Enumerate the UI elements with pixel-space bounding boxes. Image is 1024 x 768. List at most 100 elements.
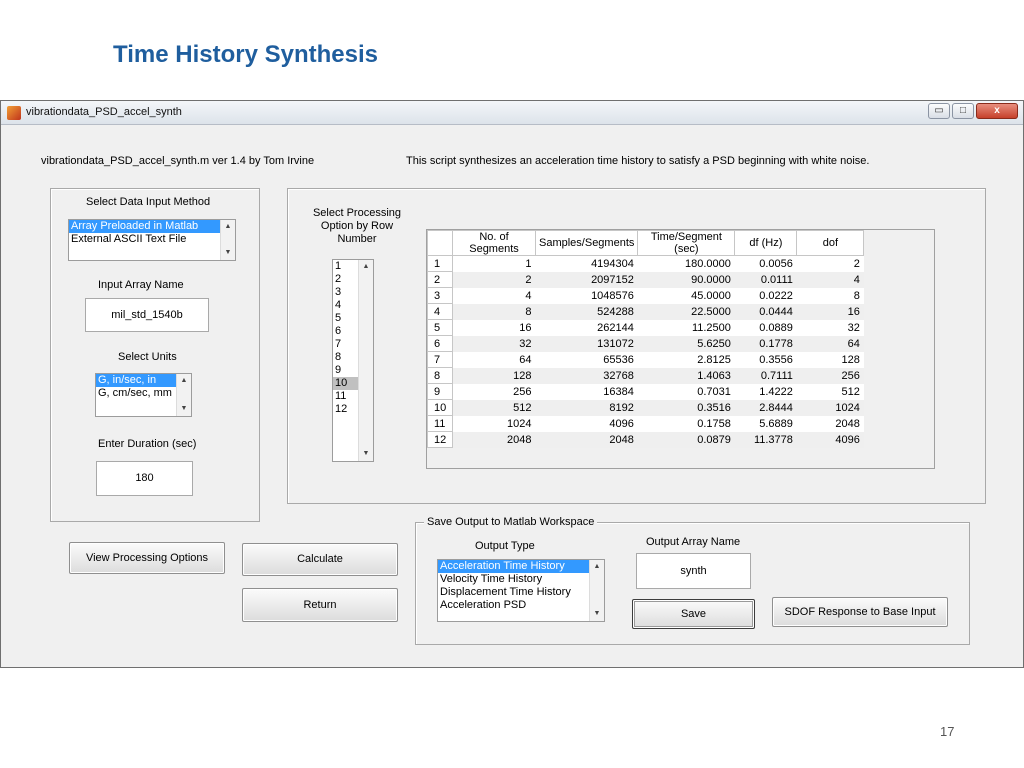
table-row[interactable]: 5 16 262144 11.2500 0.0889 32 — [427, 319, 864, 336]
scroll-down-icon[interactable]: ▼ — [221, 247, 235, 259]
output-type-option[interactable]: Velocity Time History — [438, 573, 604, 586]
table-cell[interactable]: 5.6889 — [734, 415, 797, 432]
table-row[interactable]: 3 4 1048576 45.0000 0.0222 8 — [427, 287, 864, 304]
table-cell[interactable]: 4096 — [796, 431, 864, 448]
input-method-scrollbar[interactable]: ▲ ▼ — [220, 220, 235, 260]
table-cell[interactable]: 0.0444 — [734, 303, 797, 320]
table-row[interactable]: 1 1 4194304 180.0000 0.0056 2 — [427, 255, 864, 272]
table-cell[interactable]: 2 — [452, 271, 536, 288]
table-cell[interactable]: 16 — [796, 303, 864, 320]
table-cell[interactable]: 0.0056 — [734, 255, 797, 272]
table-cell[interactable]: 180.0000 — [637, 255, 735, 272]
input-method-listbox[interactable]: Array Preloaded in Matlab External ASCII… — [68, 219, 236, 261]
scroll-down-icon[interactable]: ▼ — [359, 448, 373, 460]
table-cell[interactable]: 8192 — [535, 399, 638, 416]
output-type-listbox[interactable]: Acceleration Time History Velocity Time … — [437, 559, 605, 622]
table-cell[interactable]: 22.5000 — [637, 303, 735, 320]
row-number-scrollbar[interactable]: ▲ ▼ — [358, 260, 373, 461]
table-cell[interactable]: 4194304 — [535, 255, 638, 272]
table-cell[interactable]: 0.3516 — [637, 399, 735, 416]
output-type-option[interactable]: Displacement Time History — [438, 586, 604, 599]
column-header[interactable]: Time/Segment (sec) — [637, 230, 736, 256]
window-titlebar[interactable]: vibrationdata_PSD_accel_synth ▭ □ x — [1, 101, 1023, 125]
table-cell[interactable]: 1 — [452, 255, 536, 272]
column-header[interactable]: No. of Segments — [452, 230, 536, 256]
table-cell[interactable]: 4 — [796, 271, 864, 288]
close-button[interactable]: x — [976, 103, 1018, 119]
table-cell[interactable]: 90.0000 — [637, 271, 735, 288]
table-cell[interactable]: 65536 — [535, 351, 638, 368]
table-cell[interactable]: 524288 — [535, 303, 638, 320]
table-cell[interactable]: 262144 — [535, 319, 638, 336]
table-cell[interactable]: 512 — [796, 383, 864, 400]
input-method-option[interactable]: External ASCII Text File — [69, 233, 235, 246]
table-cell[interactable]: 131072 — [535, 335, 638, 352]
table-cell[interactable]: 0.0879 — [637, 431, 735, 448]
view-processing-options-button[interactable]: View Processing Options — [69, 542, 225, 574]
scroll-up-icon[interactable]: ▲ — [359, 261, 373, 273]
table-cell[interactable]: 2048 — [452, 431, 536, 448]
table-cell[interactable]: 2.8444 — [734, 399, 797, 416]
table-cell[interactable]: 16384 — [535, 383, 638, 400]
output-array-field[interactable]: synth — [636, 553, 751, 589]
scroll-up-icon[interactable]: ▲ — [221, 221, 235, 233]
table-cell[interactable]: 11.2500 — [637, 319, 735, 336]
scroll-down-icon[interactable]: ▼ — [177, 403, 191, 415]
table-cell[interactable]: 4096 — [535, 415, 638, 432]
units-listbox[interactable]: G, in/sec, in G, cm/sec, mm ▲ ▼ — [95, 373, 192, 417]
output-type-option[interactable]: Acceleration PSD — [438, 599, 604, 612]
input-array-field[interactable]: mil_std_1540b — [85, 298, 209, 332]
column-header[interactable]: df (Hz) — [734, 230, 798, 256]
table-cell[interactable]: 0.0111 — [734, 271, 797, 288]
table-cell[interactable]: 1.4222 — [734, 383, 797, 400]
table-cell[interactable]: 2097152 — [535, 271, 638, 288]
table-row[interactable]: 9 256 16384 0.7031 1.4222 512 — [427, 383, 864, 400]
scroll-down-icon[interactable]: ▼ — [590, 608, 604, 620]
calculate-button[interactable]: Calculate — [242, 543, 398, 576]
table-cell[interactable]: 512 — [452, 399, 536, 416]
table-cell[interactable]: 256 — [796, 367, 864, 384]
segments-table[interactable]: No. of Segments Samples/Segments Time/Se… — [426, 229, 935, 469]
output-type-option[interactable]: Acceleration Time History — [438, 560, 604, 573]
output-type-scrollbar[interactable]: ▲ ▼ — [589, 560, 604, 621]
scroll-up-icon[interactable]: ▲ — [590, 561, 604, 573]
save-button[interactable]: Save — [632, 599, 755, 629]
table-cell[interactable]: 64 — [796, 335, 864, 352]
table-cell[interactable]: 45.0000 — [637, 287, 735, 304]
row-header[interactable]: 8 — [427, 367, 453, 384]
column-header[interactable]: Samples/Segments — [534, 230, 639, 256]
row-header[interactable]: 11 — [427, 415, 453, 432]
minimize-button[interactable]: ▭ — [928, 103, 950, 119]
table-cell[interactable]: 1024 — [796, 399, 864, 416]
table-cell[interactable]: 2048 — [796, 415, 864, 432]
table-cell[interactable]: 32 — [452, 335, 536, 352]
row-header[interactable]: 9 — [427, 383, 453, 400]
table-cell[interactable]: 0.7111 — [734, 367, 797, 384]
table-cell[interactable]: 0.0222 — [734, 287, 797, 304]
row-header[interactable]: 12 — [427, 431, 453, 448]
table-cell[interactable]: 1.4063 — [637, 367, 735, 384]
units-scrollbar[interactable]: ▲ ▼ — [176, 374, 191, 416]
table-cell[interactable]: 1024 — [452, 415, 536, 432]
row-header[interactable]: 7 — [427, 351, 453, 368]
row-header[interactable]: 5 — [427, 319, 453, 336]
table-cell[interactable]: 8 — [796, 287, 864, 304]
table-cell[interactable]: 2 — [796, 255, 864, 272]
table-cell[interactable]: 0.3556 — [734, 351, 797, 368]
table-cell[interactable]: 0.1758 — [637, 415, 735, 432]
table-cell[interactable]: 5.6250 — [637, 335, 735, 352]
row-header[interactable]: 1 — [427, 255, 453, 272]
input-method-option[interactable]: Array Preloaded in Matlab — [69, 220, 235, 233]
table-cell[interactable]: 4 — [452, 287, 536, 304]
table-cell[interactable]: 0.1778 — [734, 335, 797, 352]
table-cell[interactable]: 32 — [796, 319, 864, 336]
table-row[interactable]: 10 512 8192 0.3516 2.8444 1024 — [427, 399, 864, 416]
table-cell[interactable]: 0.7031 — [637, 383, 735, 400]
row-header[interactable]: 2 — [427, 271, 453, 288]
scroll-up-icon[interactable]: ▲ — [177, 375, 191, 387]
sdof-response-button[interactable]: SDOF Response to Base Input — [772, 597, 948, 627]
table-row[interactable]: 6 32 131072 5.6250 0.1778 64 — [427, 335, 864, 352]
table-cell[interactable]: 16 — [452, 319, 536, 336]
row-number-listbox[interactable]: 1 2 3 4 5 6 7 8 9 10 11 12 ▲ ▼ — [332, 259, 374, 462]
table-cell[interactable]: 8 — [452, 303, 536, 320]
